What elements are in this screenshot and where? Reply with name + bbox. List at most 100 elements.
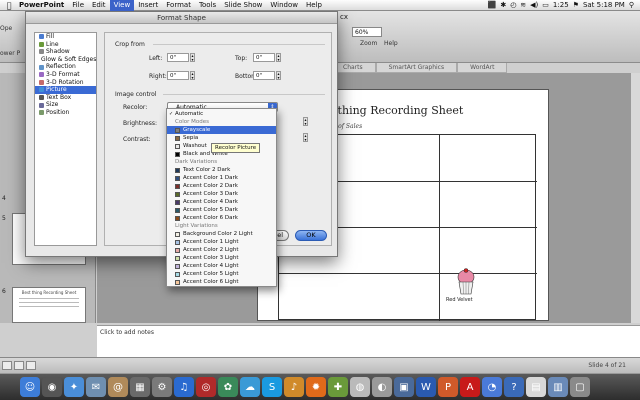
recolor-option-grayscale[interactable]: Grayscale [167, 126, 276, 134]
recolor-option-dark[interactable]: Accent Color 6 Dark [167, 214, 276, 222]
recolor-option-light[interactable]: Accent Color 2 Light [167, 246, 276, 254]
recolor-option-light[interactable]: Accent Color 3 Light [167, 254, 276, 262]
word-icon[interactable]: W [416, 377, 436, 397]
skype-icon[interactable]: S [262, 377, 282, 397]
brightness-stepper[interactable]: ▴ ▾ [303, 117, 308, 126]
finder-icon[interactable]: ☺ [20, 377, 40, 397]
help-icon[interactable]: ? [504, 377, 524, 397]
cupcake-label[interactable]: Red Velvet [446, 297, 473, 303]
battery-icon[interactable]: ▭ [542, 1, 549, 9]
menu-file[interactable]: File [68, 0, 88, 11]
address-book-icon[interactable]: @ [108, 377, 128, 397]
documents-folder-icon[interactable]: ▥ [548, 377, 568, 397]
pdf-file-icon[interactable]: ▤ [526, 377, 546, 397]
menu-edit[interactable]: Edit [88, 0, 110, 11]
option-label: Accent Color 1 Dark [183, 175, 238, 181]
zoom-field[interactable]: 60% [352, 27, 382, 37]
menu-slide-show[interactable]: Slide Show [220, 0, 266, 11]
dvd-player-icon[interactable]: ◐ [372, 377, 392, 397]
flag-icon[interactable]: ⚑ [573, 1, 579, 9]
wifi-icon[interactable]: ≋ [520, 1, 526, 9]
category-size[interactable]: Size [35, 101, 96, 109]
ok-button[interactable]: OK [295, 230, 327, 241]
category-text-box[interactable]: Text Box [35, 94, 96, 102]
browser-icon[interactable]: ◔ [482, 377, 502, 397]
safari-icon[interactable]: ✦ [64, 377, 84, 397]
recolor-option-automatic[interactable]: ✓ Automatic [167, 110, 276, 118]
firefox-icon[interactable]: ✹ [306, 377, 326, 397]
recolor-option-light[interactable]: Background Color 2 Light [167, 230, 276, 238]
crop-top-field[interactable]: 0" [253, 53, 275, 62]
vertical-scrollbar[interactable] [630, 73, 640, 323]
spotlight-icon[interactable]: ⚲ [629, 1, 634, 9]
category-3d-format[interactable]: 3-D Format [35, 71, 96, 79]
recolor-option-dark[interactable]: Accent Color 3 Dark [167, 190, 276, 198]
crop-bottom-field[interactable]: 0" [253, 71, 275, 80]
tab-wordart[interactable]: WordArt [457, 63, 508, 73]
menu-tools[interactable]: Tools [195, 0, 220, 11]
recolor-option-light[interactable]: Accent Color 5 Light [167, 270, 276, 278]
cd-icon[interactable]: ◍ [350, 377, 370, 397]
recolor-option-dark[interactable]: Accent Color 4 Dark [167, 198, 276, 206]
crop-left-stepper[interactable]: ▴ ▾ [190, 53, 195, 62]
category-line[interactable]: Line [35, 41, 96, 49]
apple-icon[interactable]:  [3, 1, 15, 10]
crop-right-field[interactable]: 0" [167, 71, 189, 80]
menu-insert[interactable]: Insert [134, 0, 162, 11]
crop-top-stepper[interactable]: ▴ ▾ [276, 53, 281, 62]
crop-right-stepper[interactable]: ▴ ▾ [190, 71, 195, 80]
recolor-option-dark[interactable]: Accent Color 2 Dark [167, 182, 276, 190]
app-icon[interactable]: ✚ [328, 377, 348, 397]
category-picture[interactable]: Picture [35, 86, 96, 94]
menu-window[interactable]: Window [266, 0, 302, 11]
slide-thumbnail[interactable]: Best thing Recording Sheet [12, 287, 86, 323]
recolor-option-dark[interactable]: Accent Color 1 Dark [167, 174, 276, 182]
recolor-option-light[interactable]: Accent Color 4 Light [167, 262, 276, 270]
recolor-option-sepia[interactable]: Sepia [167, 134, 276, 142]
image-icon[interactable]: ▣ [394, 377, 414, 397]
clock[interactable]: Sat 5:18 PM [583, 1, 625, 9]
menu-format[interactable]: Format [162, 0, 195, 11]
category-glow-soft-edges[interactable]: Glow & Soft Edges [35, 56, 96, 64]
iphoto-icon[interactable]: ✿ [218, 377, 238, 397]
recolor-option-dark[interactable]: Accent Color 5 Dark [167, 206, 276, 214]
mail-icon[interactable]: ✉ [86, 377, 106, 397]
crop-left-field[interactable]: 0" [167, 53, 189, 62]
contrast-stepper[interactable]: ▴ ▾ [303, 133, 308, 142]
menu-app-powerpoint[interactable]: PowerPoint [15, 0, 68, 11]
recolor-option-dark[interactable]: Text Color 2 Dark [167, 166, 276, 174]
acrobat-icon[interactable]: A [460, 377, 480, 397]
status-icon[interactable]: ⬛ [488, 1, 497, 9]
crop-bottom-stepper[interactable]: ▴ ▾ [276, 71, 281, 80]
powerpoint-icon[interactable]: P [438, 377, 458, 397]
ichat-icon[interactable]: ☁ [240, 377, 260, 397]
tab-smartart-graphics[interactable]: SmartArt Graphics [375, 63, 458, 73]
slide-sorter-view-button[interactable] [14, 361, 24, 370]
recolor-option-light[interactable]: Accent Color 1 Light [167, 238, 276, 246]
notes-placeholder[interactable]: Click to add notes [100, 329, 154, 336]
bluetooth-icon[interactable]: ✱ [500, 1, 506, 9]
category-fill[interactable]: Fill [35, 33, 96, 41]
cupcake-picture[interactable] [455, 268, 477, 296]
category-reflection[interactable]: Reflection [35, 63, 96, 71]
photobooth-icon[interactable]: ◎ [196, 377, 216, 397]
color-swatch [175, 255, 180, 261]
trash-icon[interactable]: ▢ [570, 377, 590, 397]
volume-icon[interactable]: ◀) [530, 1, 538, 9]
slide-show-view-button[interactable] [26, 361, 36, 370]
garageband-icon[interactable]: ♪ [284, 377, 304, 397]
preview-icon[interactable]: ▦ [130, 377, 150, 397]
normal-view-button[interactable] [2, 361, 12, 370]
time-machine-icon[interactable]: ◴ [510, 1, 516, 9]
recolor-option-light[interactable]: Accent Color 6 Light [167, 278, 276, 286]
itunes-icon[interactable]: ♫ [174, 377, 194, 397]
category-shadow[interactable]: Shadow [35, 48, 96, 56]
system-preferences-icon[interactable]: ⚙ [152, 377, 172, 397]
slide-title[interactable]: st thing Recording Sheet [324, 104, 463, 117]
notes-pane[interactable]: Click to add notes [97, 325, 640, 357]
dashboard-icon[interactable]: ◉ [42, 377, 62, 397]
category-position[interactable]: Position [35, 109, 96, 117]
menu-help[interactable]: Help [302, 0, 326, 11]
category-3d-rotation[interactable]: 3-D Rotation [35, 79, 96, 87]
menu-view[interactable]: View [109, 0, 135, 11]
